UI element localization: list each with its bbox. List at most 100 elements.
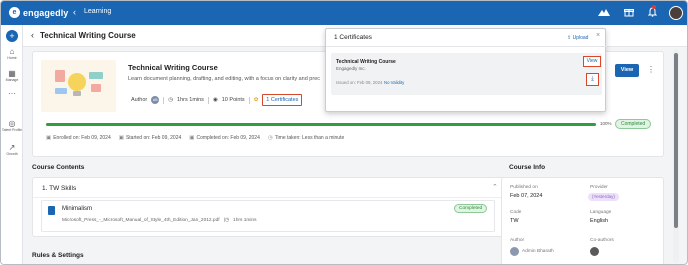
logo[interactable]: e engagedly xyxy=(9,7,68,18)
content-duration: 1hrs 1mins xyxy=(233,218,257,223)
status-badge: Completed xyxy=(615,119,652,129)
chevron-up-icon[interactable]: ⌃ xyxy=(492,183,498,191)
completed-date: ▣ Completed on: Feb 09, 2024 xyxy=(189,135,260,141)
provider-label: Provider xyxy=(590,185,608,190)
top-nav-bar: e engagedly ‹ Learning xyxy=(1,1,687,25)
published-label: Published on xyxy=(510,185,538,190)
language-value: English xyxy=(590,218,609,224)
code-value: TW xyxy=(510,218,519,224)
course-dates: ▣ Enrolled on: Feb 09, 2024 ▣ Started on: … xyxy=(46,135,344,141)
certificate-validity: No Validity xyxy=(384,80,405,85)
provider-value: (Yesterday) xyxy=(588,193,619,201)
contents-heading: Course Contents xyxy=(32,164,85,171)
rules-heading: Rules & Settings xyxy=(32,252,84,259)
download-icon[interactable]: ⤓ xyxy=(586,73,599,86)
status-badge: Completed xyxy=(454,204,488,213)
page-title: Technical Writing Course xyxy=(40,31,136,40)
user-avatar[interactable] xyxy=(669,6,683,20)
author-avatar: AB xyxy=(151,96,160,104)
certificate-issued-date: Issued on: Feb 09, 2024 xyxy=(336,80,383,85)
coauthors-label: Co-authors xyxy=(590,238,614,243)
module-title[interactable]: 1. TW Skills xyxy=(42,185,76,192)
eye-icon: ◉ xyxy=(212,97,218,103)
document-icon xyxy=(48,206,55,215)
divider xyxy=(326,46,607,47)
growth-icon: ↗ xyxy=(8,143,16,152)
divider xyxy=(33,197,512,198)
scroll-thumb[interactable] xyxy=(674,53,678,228)
certificate-item: Technical Writing Course Engagedly Inc. … xyxy=(331,53,602,95)
certificates-link[interactable]: 1 Certificates xyxy=(262,94,303,106)
popup-title: 1 Certificates xyxy=(334,34,372,41)
clock-icon: ◷ xyxy=(267,135,273,141)
enrolled-date: ▣ Enrolled on: Feb 09, 2024 xyxy=(46,135,111,141)
course-name: Technical Writing Course xyxy=(128,63,218,72)
calendar-icon: ▣ xyxy=(46,135,52,141)
progress-percent: 100% xyxy=(600,121,612,126)
bell-icon[interactable] xyxy=(646,7,658,19)
info-heading: Course Info xyxy=(509,164,546,171)
sidebar-item-home[interactable]: ⌂ Home xyxy=(1,47,23,60)
breadcrumb[interactable]: Learning xyxy=(84,8,111,15)
upload-button[interactable]: ⇪ Upload xyxy=(567,35,588,41)
time-taken: ◷ Time taken: Less than a minute xyxy=(267,135,345,141)
published-value: Feb 07, 2024 xyxy=(510,193,543,199)
mountains-icon[interactable] xyxy=(598,7,610,19)
progress-bar xyxy=(46,123,596,126)
code-label: Code xyxy=(510,210,522,215)
module-card: 1. TW Skills ⌃ Minimalism Microsoft_Pres… xyxy=(32,177,512,237)
sidebar-item-growth[interactable]: ↗ Growth xyxy=(1,143,23,156)
duration: 1hrs 1mins xyxy=(177,97,204,103)
calendar-icon: ▣ xyxy=(118,135,124,141)
page-scrollbar[interactable] xyxy=(673,49,679,263)
logo-text: engagedly xyxy=(23,7,69,18)
started-date: ▣ Started on: Feb 09, 2024 xyxy=(118,135,182,141)
content-item-meta: Microsoft_Press_-_Microsoft_Manual_of_St… xyxy=(62,218,257,223)
course-description: Learn document planning, drafting, and e… xyxy=(128,76,321,82)
home-icon: ⌂ xyxy=(9,47,15,56)
calendar-icon: ▣ xyxy=(189,135,195,141)
sidebar-item-talent-profile[interactable]: ◎ Talent Profile xyxy=(1,119,23,132)
notification-dot xyxy=(652,5,656,9)
course-info-section: Course Info Published on Feb 07, 2024 Pr… xyxy=(501,159,664,264)
app-window: e engagedly ‹ Learning + ⌂ Home ▦ Manage… xyxy=(0,0,688,265)
clock-icon: |◷ xyxy=(223,218,230,223)
coauthor-avatar xyxy=(590,247,599,256)
certificate-issuer: Engagedly Inc. xyxy=(336,66,366,71)
back-arrow-icon[interactable]: ‹ xyxy=(31,30,34,40)
progress-fill xyxy=(46,123,596,126)
manage-icon: ▦ xyxy=(8,69,16,78)
upload-icon: ⇪ xyxy=(567,35,572,41)
language-label: Language xyxy=(590,210,612,215)
points: 10 Points xyxy=(221,97,245,103)
certificate-name: Technical Writing Course xyxy=(336,59,396,65)
author-label: Author xyxy=(510,238,525,243)
ribbon-icon: ✿ xyxy=(253,97,259,103)
more-options-icon[interactable]: ⋮ xyxy=(647,65,655,74)
gift-icon[interactable] xyxy=(623,7,635,19)
content-file-name: Microsoft_Press_-_Microsoft_Manual_of_St… xyxy=(62,218,220,223)
course-meta-row: Author AB ◷ 1hrs 1mins ◉ 10 Points ✿ 1 C… xyxy=(131,94,303,106)
more-icon: ··· xyxy=(8,89,16,98)
divider xyxy=(207,96,209,104)
divider xyxy=(248,96,250,104)
course-thumbnail xyxy=(41,60,116,112)
profile-icon: ◎ xyxy=(8,119,16,128)
divider xyxy=(163,96,165,104)
clock-icon: ◷ xyxy=(168,97,174,103)
content-item[interactable]: Minimalism Microsoft_Press_-_Microsoft_M… xyxy=(41,200,495,232)
close-icon[interactable]: × xyxy=(596,32,600,39)
info-card: Published on Feb 07, 2024 Provider (Yest… xyxy=(501,177,664,264)
engagedly-logo-icon: e xyxy=(9,7,20,18)
sidebar-item-manage[interactable]: ▦ Manage xyxy=(1,69,23,82)
view-course-button[interactable]: View xyxy=(615,64,639,77)
view-certificate-button[interactable]: View xyxy=(583,56,601,67)
course-contents-section: Course Contents 1. TW Skills ⌃ Minimalis… xyxy=(23,159,512,264)
left-sidebar: + ⌂ Home ▦ Manage ··· ◎ Talent Profile ↗… xyxy=(1,25,23,264)
author-value: Admin Bharath xyxy=(522,249,554,254)
sidebar-item-more[interactable]: ··· xyxy=(1,89,23,98)
author-avatar xyxy=(510,247,519,256)
back-chevron-icon[interactable]: ‹ xyxy=(73,7,76,17)
add-icon[interactable]: + xyxy=(6,30,18,42)
certificates-popup: 1 Certificates ⇪ Upload × Technical Writ… xyxy=(325,28,607,112)
